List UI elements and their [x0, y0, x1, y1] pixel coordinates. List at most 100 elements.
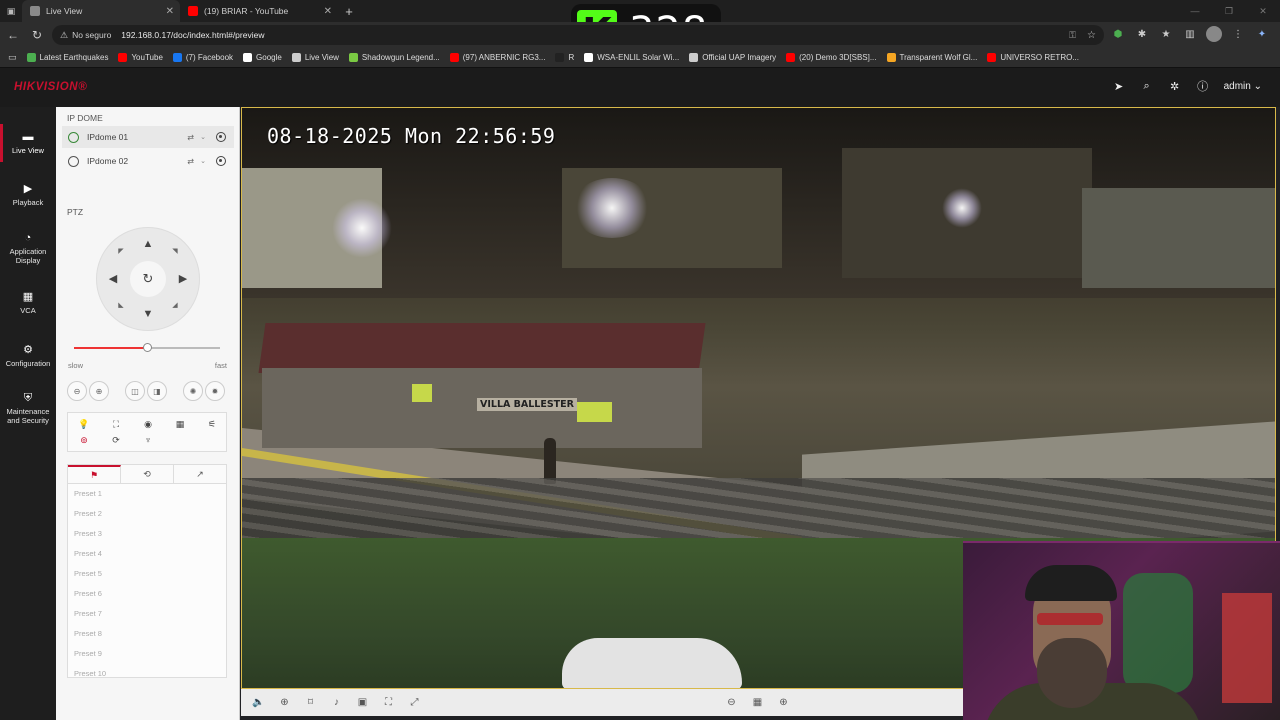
- preset-item[interactable]: Preset 7: [68, 604, 226, 624]
- preset-item[interactable]: Preset 10: [68, 664, 226, 677]
- bookmark-item[interactable]: (97) ANBERNIC RG3...: [449, 53, 545, 62]
- close-icon[interactable]: ✕: [324, 6, 332, 17]
- window-layout-icon[interactable]: ▦: [750, 695, 765, 710]
- focus-near-icon[interactable]: ◫: [125, 381, 145, 401]
- preset-item[interactable]: Preset 6: [68, 584, 226, 604]
- tab-menu-icon[interactable]: ▣: [0, 0, 22, 22]
- bookmark-item[interactable]: (20) Demo 3D[SBS]...: [786, 53, 877, 62]
- record-clip-icon[interactable]: ▣: [355, 695, 370, 710]
- camera-item[interactable]: IPdome 02 ⇄ ⌄: [62, 150, 234, 172]
- key-icon[interactable]: ⚿: [1069, 30, 1076, 41]
- shield-extension-icon[interactable]: ⬢: [1110, 26, 1126, 42]
- preset-item[interactable]: Preset 5: [68, 564, 226, 584]
- previous-page-icon[interactable]: ⊖: [724, 695, 739, 710]
- arrow-up-left-icon[interactable]: ◤: [114, 245, 128, 259]
- arrow-up-right-icon[interactable]: ◥: [168, 245, 182, 259]
- nav-playback[interactable]: ▶ Playback: [0, 184, 56, 208]
- zoom-icon[interactable]: ⊚: [76, 433, 92, 447]
- iris-close-icon[interactable]: ✹: [205, 381, 225, 401]
- preset-item[interactable]: Preset 9: [68, 644, 226, 664]
- arrow-down-left-icon[interactable]: ◣: [114, 299, 128, 313]
- preset-item[interactable]: Preset 4: [68, 544, 226, 564]
- nav-application-display[interactable]: ◔ Application Display: [0, 233, 56, 266]
- back-button[interactable]: ←: [2, 24, 24, 46]
- zoom-out-icon[interactable]: ⊖: [67, 381, 87, 401]
- digital-zoom-icon[interactable]: ⊕: [277, 695, 292, 710]
- focus-far-icon[interactable]: ◨: [147, 381, 167, 401]
- profile-avatar-icon[interactable]: [1206, 26, 1222, 42]
- chevron-down-icon[interactable]: ⌄: [200, 157, 206, 165]
- tracking-icon[interactable]: ♆: [140, 433, 156, 447]
- zoom-in-icon[interactable]: ⊕: [89, 381, 109, 401]
- record-icon[interactable]: [216, 156, 226, 166]
- menu-dots-icon[interactable]: ⋮: [1230, 26, 1246, 42]
- arrow-right-icon[interactable]: ▶: [176, 272, 190, 286]
- bookmark-item[interactable]: R: [555, 53, 574, 62]
- next-page-icon[interactable]: ⊕: [776, 695, 791, 710]
- nav-vca[interactable]: ▦ VCA: [0, 292, 56, 316]
- bookmark-item[interactable]: (7) Facebook: [172, 53, 233, 62]
- iris-open-icon[interactable]: ✺: [183, 381, 203, 401]
- warning-icon[interactable]: ⚠: [60, 30, 68, 41]
- preset-item[interactable]: Preset 1: [68, 484, 226, 504]
- bookmark-item[interactable]: Transparent Wolf Gl...: [886, 53, 977, 62]
- search-icon[interactable]: ⌕: [1140, 79, 1154, 93]
- microphone-icon[interactable]: ♪: [329, 695, 344, 710]
- slider-handle[interactable]: [143, 343, 152, 352]
- sidepanel-icon[interactable]: ▥: [1182, 26, 1198, 42]
- menu-grid-icon[interactable]: ▦: [172, 417, 188, 431]
- region-focus-icon[interactable]: ⛶: [381, 695, 396, 710]
- minimize-icon[interactable]: —: [1178, 0, 1212, 22]
- puzzle-icon[interactable]: ✲: [1168, 79, 1182, 93]
- settings-icon[interactable]: ⚟: [204, 417, 220, 431]
- preset-item[interactable]: Preset 3: [68, 524, 226, 544]
- ptz-icon[interactable]: ⇄: [187, 133, 194, 142]
- apps-icon[interactable]: ▭: [8, 52, 17, 63]
- url-input[interactable]: ⚠ No seguro 192.168.0.17/doc/index.html#…: [52, 25, 1104, 45]
- reload-button[interactable]: ↻: [26, 24, 48, 46]
- tab-patrol[interactable]: ⟲: [121, 465, 174, 483]
- nav-configuration[interactable]: ⚙ Configuration: [0, 345, 56, 369]
- bookmark-item[interactable]: YouTube: [118, 53, 163, 62]
- arrow-down-icon[interactable]: ▼: [141, 307, 155, 321]
- volume-icon[interactable]: 🔈: [251, 695, 266, 710]
- copilot-icon[interactable]: ✦: [1254, 26, 1270, 42]
- bookmark-item[interactable]: Shadowgun Legend...: [348, 53, 440, 62]
- browser-tab-youtube[interactable]: (19) BRIAR - YouTube ✕: [180, 0, 338, 22]
- fullscreen-icon[interactable]: ⤢: [407, 695, 422, 710]
- camera-item[interactable]: IPdome 01 ⇄ ⌄: [62, 126, 234, 148]
- auto-rotate-icon[interactable]: ↻: [141, 272, 155, 286]
- bookmark-item[interactable]: Google: [243, 53, 282, 62]
- bookmark-item[interactable]: Official UAP Imagery: [689, 53, 776, 62]
- ptz-joystick[interactable]: ▲ ▼ ◀ ▶ ◤ ◥ ◣ ◢ ↻: [96, 227, 200, 331]
- info-icon[interactable]: ⓘ: [1196, 79, 1210, 93]
- nav-maintenance[interactable]: ⛨ Maintenance and Security: [0, 393, 56, 426]
- close-icon[interactable]: ✕: [166, 6, 174, 17]
- bookmark-star-icon[interactable]: ★: [1158, 26, 1174, 42]
- preset-item[interactable]: Preset 2: [68, 504, 226, 524]
- preset-item[interactable]: Preset 8: [68, 624, 226, 644]
- record-icon[interactable]: [216, 132, 226, 142]
- arrow-left-icon[interactable]: ◀: [106, 272, 120, 286]
- refresh-icon[interactable]: ⟳: [108, 433, 124, 447]
- tab-preset[interactable]: ⚑: [68, 465, 121, 483]
- 3d-position-icon[interactable]: ⛶: [108, 417, 124, 431]
- close-window-icon[interactable]: ✕: [1246, 0, 1280, 22]
- user-menu[interactable]: admin ⌄: [1224, 81, 1262, 92]
- capture-icon[interactable]: ⌑: [303, 695, 318, 710]
- bookmark-item[interactable]: Latest Earthquakes: [26, 53, 108, 62]
- puzzle-icon[interactable]: ✱: [1134, 26, 1150, 42]
- send-icon[interactable]: ➤: [1112, 79, 1126, 93]
- arrow-down-right-icon[interactable]: ◢: [168, 299, 182, 313]
- wiper-icon[interactable]: ◉: [140, 417, 156, 431]
- star-icon[interactable]: ☆: [1087, 30, 1096, 41]
- nav-live-view[interactable]: ▬ Live View: [0, 124, 56, 162]
- bookmark-item[interactable]: Live View: [291, 53, 339, 62]
- maximize-icon[interactable]: ❐: [1212, 0, 1246, 22]
- new-tab-button[interactable]: +: [338, 0, 360, 22]
- bookmark-item[interactable]: UNIVERSO RETRO...: [987, 53, 1079, 62]
- ptz-speed-slider[interactable]: [74, 343, 220, 352]
- arrow-up-icon[interactable]: ▲: [141, 237, 155, 251]
- light-icon[interactable]: 💡: [76, 417, 92, 431]
- tab-pattern[interactable]: ↗: [174, 465, 226, 483]
